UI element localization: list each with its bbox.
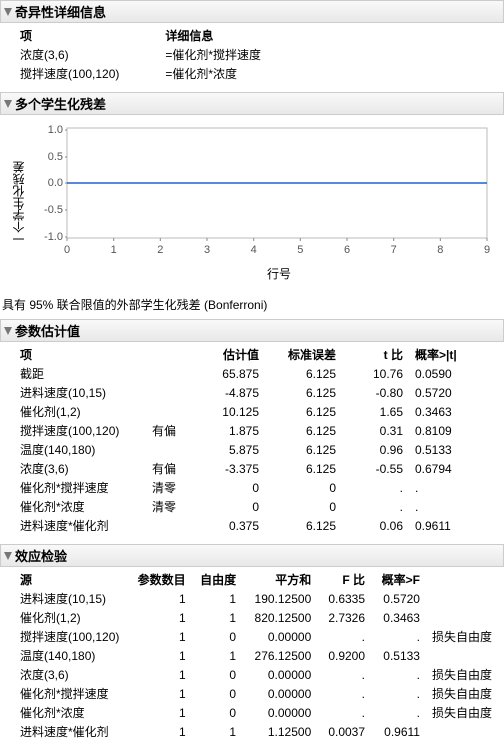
disclosure-icon [3, 326, 13, 336]
table-row: 进料速度(10,15)-4.8756.125-0.800.5720 [14, 384, 481, 403]
table-row: 截距65.8756.12510.760.0590 [14, 365, 481, 384]
residuals-chart: 1.0 0.5 0.0 -0.5 -1.0 0 1 2 3 4 5 6 7 8 [29, 123, 499, 263]
col-detail: 详细信息 [125, 27, 267, 46]
section-effects-title: 效应检验 [15, 546, 67, 565]
col-p: 概率>F [371, 571, 426, 590]
svg-text:7: 7 [391, 244, 397, 256]
singularity-body: 项 详细信息 浓度(3,6) =催化剂*搅拌速度 搅拌速度(100,120) =… [0, 23, 504, 92]
section-residuals-title: 多个学生化残差 [15, 94, 106, 113]
table-row: 催化剂*浓度100.00000..损失自由度 [14, 704, 498, 723]
table-row: 进料速度(10,15)11190.125000.63350.5720 [14, 590, 498, 609]
section-estimates-title: 参数估计值 [15, 321, 80, 340]
svg-text:1: 1 [111, 244, 117, 256]
svg-text:0.5: 0.5 [48, 151, 63, 163]
table-row: 催化剂(1,2)10.1256.1251.650.3463 [14, 403, 481, 422]
col-se: 标准误差 [265, 346, 342, 365]
col-df: 自由度 [192, 571, 242, 590]
singularity-table: 项 详细信息 浓度(3,6) =催化剂*搅拌速度 搅拌速度(100,120) =… [14, 27, 267, 84]
svg-text:2: 2 [157, 244, 163, 256]
chart-xlabel: 行号 [59, 263, 499, 282]
section-singularity-title: 奇异性详细信息 [15, 2, 106, 21]
effects-table: 源 参数数目 自由度 平方和 F 比 概率>F 进料速度(10,15)11190… [14, 571, 498, 742]
estimates-table: 项 估计值 标准误差 t 比 概率>|t| 截距65.8756.12510.76… [14, 346, 481, 536]
table-row: 催化剂*浓度清零00.. [14, 498, 481, 517]
disclosure-icon [3, 551, 13, 561]
svg-text:8: 8 [437, 244, 443, 256]
chart-ylabel: 一个学生化残差 [10, 161, 27, 245]
section-effects-header[interactable]: 效应检验 [0, 544, 504, 567]
section-estimates-header[interactable]: 参数估计值 [0, 319, 504, 342]
table-row: 浓度(3,6) =催化剂*搅拌速度 [14, 46, 267, 65]
table-row: 搅拌速度(100,120)100.00000..损失自由度 [14, 628, 498, 647]
table-row: 催化剂(1,2)11820.125002.73260.3463 [14, 609, 498, 628]
col-source: 源 [14, 571, 131, 590]
table-row: 温度(140,180)11276.125000.92000.5133 [14, 647, 498, 666]
estimates-body: 项 估计值 标准误差 t 比 概率>|t| 截距65.8756.12510.76… [0, 342, 504, 544]
svg-text:9: 9 [484, 244, 490, 256]
residuals-body: 一个学生化残差 1.0 0.5 0.0 -0.5 -1.0 0 1 2 [0, 115, 504, 290]
residuals-caption: 具有 95% 联合限值的外部学生化残差 (Bonferroni) [0, 290, 504, 319]
table-row: 搅拌速度(100,120) =催化剂*浓度 [14, 65, 267, 84]
table-row: 催化剂*搅拌速度清零00.. [14, 479, 481, 498]
col-est: 估计值 [188, 346, 265, 365]
svg-text:5: 5 [297, 244, 303, 256]
table-row: 搅拌速度(100,120)有偏1.8756.1250.310.8109 [14, 422, 481, 441]
svg-text:3: 3 [204, 244, 210, 256]
col-note [426, 571, 498, 590]
table-row: 进料速度*催化剂111.125000.00370.9611 [14, 723, 498, 742]
svg-text:-0.5: -0.5 [44, 204, 63, 216]
svg-text:6: 6 [344, 244, 350, 256]
col-term: 项 [14, 27, 125, 46]
col-flag [146, 346, 188, 365]
col-nparm: 参数数目 [131, 571, 192, 590]
col-term: 项 [14, 346, 146, 365]
svg-text:-1.0: -1.0 [44, 231, 63, 243]
table-row: 浓度(3,6)有偏-3.3756.125-0.550.6794 [14, 460, 481, 479]
section-residuals-header[interactable]: 多个学生化残差 [0, 92, 504, 115]
col-t: t 比 [342, 346, 409, 365]
disclosure-icon [3, 99, 13, 109]
table-row: 温度(140,180)5.8756.1250.960.5133 [14, 441, 481, 460]
svg-text:1.0: 1.0 [48, 124, 63, 136]
col-p: 概率>|t| [409, 346, 481, 365]
effects-body: 源 参数数目 自由度 平方和 F 比 概率>F 进料速度(10,15)11190… [0, 567, 504, 750]
col-f: F 比 [317, 571, 371, 590]
table-row: 进料速度*催化剂0.3756.1250.060.9611 [14, 517, 481, 536]
section-singularity-header[interactable]: 奇异性详细信息 [0, 0, 504, 23]
disclosure-icon [3, 7, 13, 17]
svg-text:4: 4 [251, 244, 257, 256]
svg-text:0.0: 0.0 [48, 177, 63, 189]
table-row: 催化剂*搅拌速度100.00000..损失自由度 [14, 685, 498, 704]
table-row: 浓度(3,6)100.00000..损失自由度 [14, 666, 498, 685]
col-ss: 平方和 [242, 571, 317, 590]
svg-text:0: 0 [64, 244, 70, 256]
